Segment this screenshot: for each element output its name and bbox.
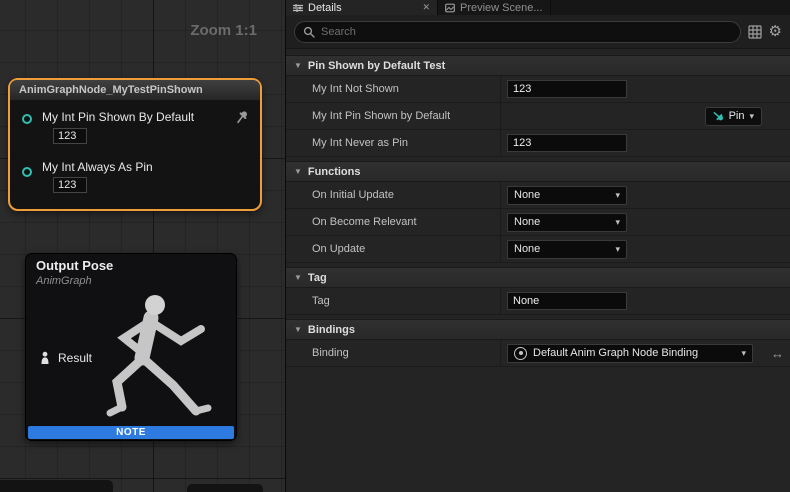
property-label: On Become Relevant	[286, 209, 501, 235]
my-int-never-as-pin-input[interactable]	[507, 134, 627, 152]
preview-scene-tab-icon	[445, 3, 455, 13]
details-sections: ▼ Pin Shown by Default Test My Int Not S…	[286, 49, 790, 492]
binding-dropdown[interactable]: Default Anim Graph Node Binding ▾	[507, 344, 753, 363]
pin-button-label: Pin	[729, 110, 745, 122]
dropdown-value: None	[514, 216, 540, 228]
display-options-grid-icon[interactable]	[748, 25, 762, 39]
chevron-down-icon: ▼	[294, 325, 302, 334]
partial-node[interactable]	[0, 479, 114, 492]
property-row: My Int Never as Pin	[286, 130, 790, 157]
tab-label: Preview Scene...	[460, 2, 543, 14]
pin-icon[interactable]	[236, 110, 249, 124]
chevron-down-icon: ▾	[615, 244, 620, 255]
chevron-down-icon: ▼	[294, 167, 302, 176]
node-subtitle: AnimGraph	[36, 275, 92, 287]
dropdown-value: Default Anim Graph Node Binding	[533, 347, 735, 359]
pin-dropdown-button[interactable]: Pin ▾	[705, 107, 762, 126]
settings-gear-icon[interactable]: ⚙	[769, 24, 782, 39]
search-icon	[303, 26, 315, 38]
pose-pin-icon[interactable]	[38, 351, 52, 365]
search-box[interactable]	[294, 21, 741, 43]
on-initial-update-dropdown[interactable]: None ▾	[507, 186, 627, 205]
section-header-bindings[interactable]: ▼ Bindings	[286, 319, 790, 340]
pin-value-input[interactable]	[53, 128, 87, 144]
zoom-level-label: Zoom 1:1	[190, 22, 257, 39]
section-header-pin-shown-by-default-test[interactable]: ▼ Pin Shown by Default Test	[286, 55, 790, 76]
chevron-down-icon: ▼	[294, 273, 302, 282]
partial-node[interactable]	[186, 483, 264, 492]
section-title: Bindings	[308, 324, 355, 336]
note-badge: NOTE	[28, 426, 234, 439]
tag-input[interactable]	[507, 292, 627, 310]
section-header-tag[interactable]: ▼ Tag	[286, 267, 790, 288]
pin-icon	[713, 111, 724, 122]
result-pin-label: Result	[58, 351, 92, 365]
section-title: Tag	[308, 272, 327, 284]
node-title: AnimGraphNode_MyTestPinShown	[10, 80, 260, 101]
property-label: Binding	[286, 340, 501, 366]
chevron-down-icon: ▼	[294, 61, 302, 70]
reset-to-default-icon[interactable]: ↔	[771, 346, 784, 361]
property-row: On Initial Update None ▾	[286, 182, 790, 209]
binding-icon	[514, 347, 527, 360]
close-icon[interactable]: ✕	[422, 2, 430, 13]
property-label: My Int Not Shown	[286, 76, 501, 102]
section-title: Functions	[308, 166, 361, 178]
property-row: Tag	[286, 288, 790, 315]
on-update-dropdown[interactable]: None ▾	[507, 240, 627, 259]
property-label: My Int Never as Pin	[286, 130, 501, 156]
unreal-editor-window: Zoom 1:1 AnimGraphNode_MyTestPinShown My…	[0, 0, 790, 492]
dropdown-value: None	[514, 243, 540, 255]
search-input[interactable]	[321, 26, 732, 38]
pin-label: My Int Always As Pin	[42, 160, 153, 174]
property-label: My Int Pin Shown by Default	[286, 103, 501, 129]
property-label: Tag	[286, 288, 501, 314]
details-tab-icon	[293, 3, 303, 13]
int-pin-icon[interactable]	[22, 114, 32, 124]
search-row: ⚙	[286, 15, 790, 49]
property-row: On Become Relevant None ▾	[286, 209, 790, 236]
pin-value-input[interactable]	[53, 177, 87, 193]
anim-graph-node[interactable]: AnimGraphNode_MyTestPinShown My Int Pin …	[8, 78, 262, 211]
details-panel: Details ✕ Preview Scene...	[285, 0, 790, 492]
chevron-down-icon: ▾	[741, 348, 746, 359]
chevron-down-icon: ▾	[615, 217, 620, 228]
property-row: My Int Not Shown	[286, 76, 790, 103]
my-int-not-shown-input[interactable]	[507, 80, 627, 98]
chevron-down-icon: ▾	[615, 190, 620, 201]
section-title: Pin Shown by Default Test	[308, 60, 445, 72]
chevron-down-icon: ▾	[749, 111, 754, 122]
output-pose-node[interactable]: Output Pose AnimGraph	[25, 253, 237, 441]
tab-label: Details	[308, 2, 417, 14]
dropdown-value: None	[514, 189, 540, 201]
pin-label: My Int Pin Shown By Default	[42, 110, 194, 124]
property-row: Binding Default Anim Graph Node Binding …	[286, 340, 790, 367]
property-label: On Update	[286, 236, 501, 262]
node-title: Output Pose	[36, 258, 113, 273]
property-row: My Int Pin Shown by Default Pin ▾	[286, 103, 790, 130]
on-become-relevant-dropdown[interactable]: None ▾	[507, 213, 627, 232]
tab-bar: Details ✕ Preview Scene...	[286, 0, 790, 15]
tab-preview-scene[interactable]: Preview Scene...	[438, 0, 551, 15]
graph-canvas[interactable]: Zoom 1:1 AnimGraphNode_MyTestPinShown My…	[0, 0, 285, 492]
int-pin-icon[interactable]	[22, 167, 32, 177]
property-row: On Update None ▾	[286, 236, 790, 263]
section-header-functions[interactable]: ▼ Functions	[286, 161, 790, 182]
property-label: On Initial Update	[286, 182, 501, 208]
tab-details[interactable]: Details ✕	[286, 0, 438, 15]
